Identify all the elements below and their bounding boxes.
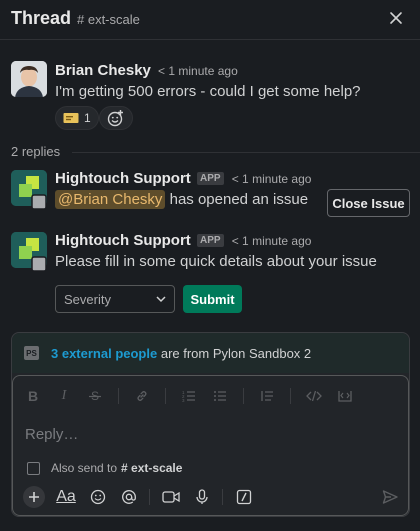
actions-divider bbox=[222, 489, 223, 505]
also-send-checkbox[interactable] bbox=[27, 461, 40, 475]
timestamp[interactable]: < 1 minute ago bbox=[158, 64, 238, 78]
timestamp[interactable]: < 1 minute ago bbox=[232, 172, 312, 186]
external-people-banner: PS 3 external people are from Pylon Sand… bbox=[12, 333, 409, 373]
message-header: Brian Chesky < 1 minute ago bbox=[55, 62, 238, 79]
reply-composer: PS 3 external people are from Pylon Sand… bbox=[11, 332, 410, 517]
toolbar-divider bbox=[243, 388, 244, 404]
bulleted-list-icon[interactable] bbox=[212, 388, 228, 404]
blockquote-icon[interactable] bbox=[259, 388, 275, 404]
toolbar-divider bbox=[118, 388, 119, 404]
message-text: I'm getting 500 errors - could I get som… bbox=[55, 83, 361, 100]
also-send-channel: # ext-scale bbox=[121, 461, 183, 475]
emoji-icon[interactable] bbox=[87, 486, 109, 508]
also-send-label: Also send to bbox=[51, 461, 118, 475]
text-format-icon[interactable]: Aa bbox=[54, 486, 78, 508]
severity-select[interactable]: Severity bbox=[55, 285, 175, 313]
composer-actions: Aa bbox=[23, 486, 264, 508]
add-reaction-button[interactable] bbox=[99, 106, 133, 130]
external-notice: 3 external people are from Pylon Sandbox… bbox=[51, 346, 311, 361]
replies-divider bbox=[72, 152, 420, 153]
ticket-emoji-icon bbox=[63, 113, 79, 123]
message-header: Hightouch Support APP < 1 minute ago bbox=[55, 170, 311, 187]
bold-icon[interactable]: B bbox=[25, 388, 41, 404]
reaction-count: 1 bbox=[84, 111, 91, 125]
close-icon[interactable] bbox=[386, 8, 406, 28]
plus-icon[interactable] bbox=[23, 486, 45, 508]
thread-title: Thread bbox=[11, 8, 72, 28]
reaction-ticket[interactable]: 1 bbox=[55, 106, 99, 130]
toolbar-divider bbox=[290, 388, 291, 404]
numbered-list-icon[interactable]: 123 bbox=[181, 388, 197, 404]
author-name[interactable]: Hightouch Support bbox=[55, 232, 191, 249]
timestamp[interactable]: < 1 minute ago bbox=[232, 234, 312, 248]
close-issue-button[interactable]: Close Issue bbox=[327, 189, 410, 217]
message-body: has opened an issue bbox=[169, 191, 309, 208]
external-people-link[interactable]: 3 external people bbox=[51, 346, 157, 361]
also-send-option: Also send to # ext-scale bbox=[27, 461, 182, 475]
code-block-icon[interactable] bbox=[337, 388, 353, 404]
add-reaction-icon bbox=[107, 110, 123, 127]
italic-icon[interactable]: I bbox=[56, 388, 72, 404]
author-name[interactable]: Hightouch Support bbox=[55, 170, 191, 187]
thread-header: Thread # ext-scale bbox=[0, 0, 420, 40]
shortcuts-icon[interactable] bbox=[233, 486, 255, 508]
mention-icon[interactable] bbox=[118, 486, 140, 508]
app-avatar[interactable] bbox=[11, 232, 47, 272]
send-icon[interactable] bbox=[379, 486, 401, 508]
replies-count: 2 replies bbox=[11, 144, 61, 159]
app-avatar[interactable] bbox=[11, 170, 47, 210]
message-text: Please fill in some quick details about … bbox=[55, 253, 377, 270]
submit-button[interactable]: Submit bbox=[183, 285, 242, 313]
strikethrough-icon[interactable]: S bbox=[87, 388, 103, 404]
svg-text:3: 3 bbox=[182, 398, 185, 403]
avatar[interactable] bbox=[11, 61, 47, 97]
author-name[interactable]: Brian Chesky bbox=[55, 62, 151, 79]
user-mention[interactable]: @Brian Chesky bbox=[55, 190, 166, 209]
select-value: Severity bbox=[64, 291, 111, 307]
external-notice-text: are from Pylon Sandbox 2 bbox=[160, 346, 312, 361]
actions-divider bbox=[149, 489, 150, 505]
microphone-icon[interactable] bbox=[191, 486, 213, 508]
chevron-down-icon bbox=[156, 296, 166, 303]
toolbar-divider bbox=[165, 388, 166, 404]
reply-placeholder: Reply… bbox=[25, 426, 79, 443]
message-text: @Brian Chesky has opened an issue bbox=[55, 190, 309, 209]
message-header: Hightouch Support APP < 1 minute ago bbox=[55, 232, 311, 249]
app-badge: APP bbox=[196, 234, 224, 247]
link-icon[interactable] bbox=[134, 388, 150, 404]
video-icon[interactable] bbox=[160, 486, 182, 508]
workspace-badge: PS bbox=[24, 346, 39, 360]
message-input-box[interactable]: B I S 123 bbox=[12, 375, 409, 516]
code-icon[interactable] bbox=[306, 388, 322, 404]
formatting-toolbar: B I S 123 bbox=[25, 388, 368, 404]
app-badge: APP bbox=[196, 172, 224, 185]
channel-name[interactable]: # ext-scale bbox=[77, 12, 140, 27]
